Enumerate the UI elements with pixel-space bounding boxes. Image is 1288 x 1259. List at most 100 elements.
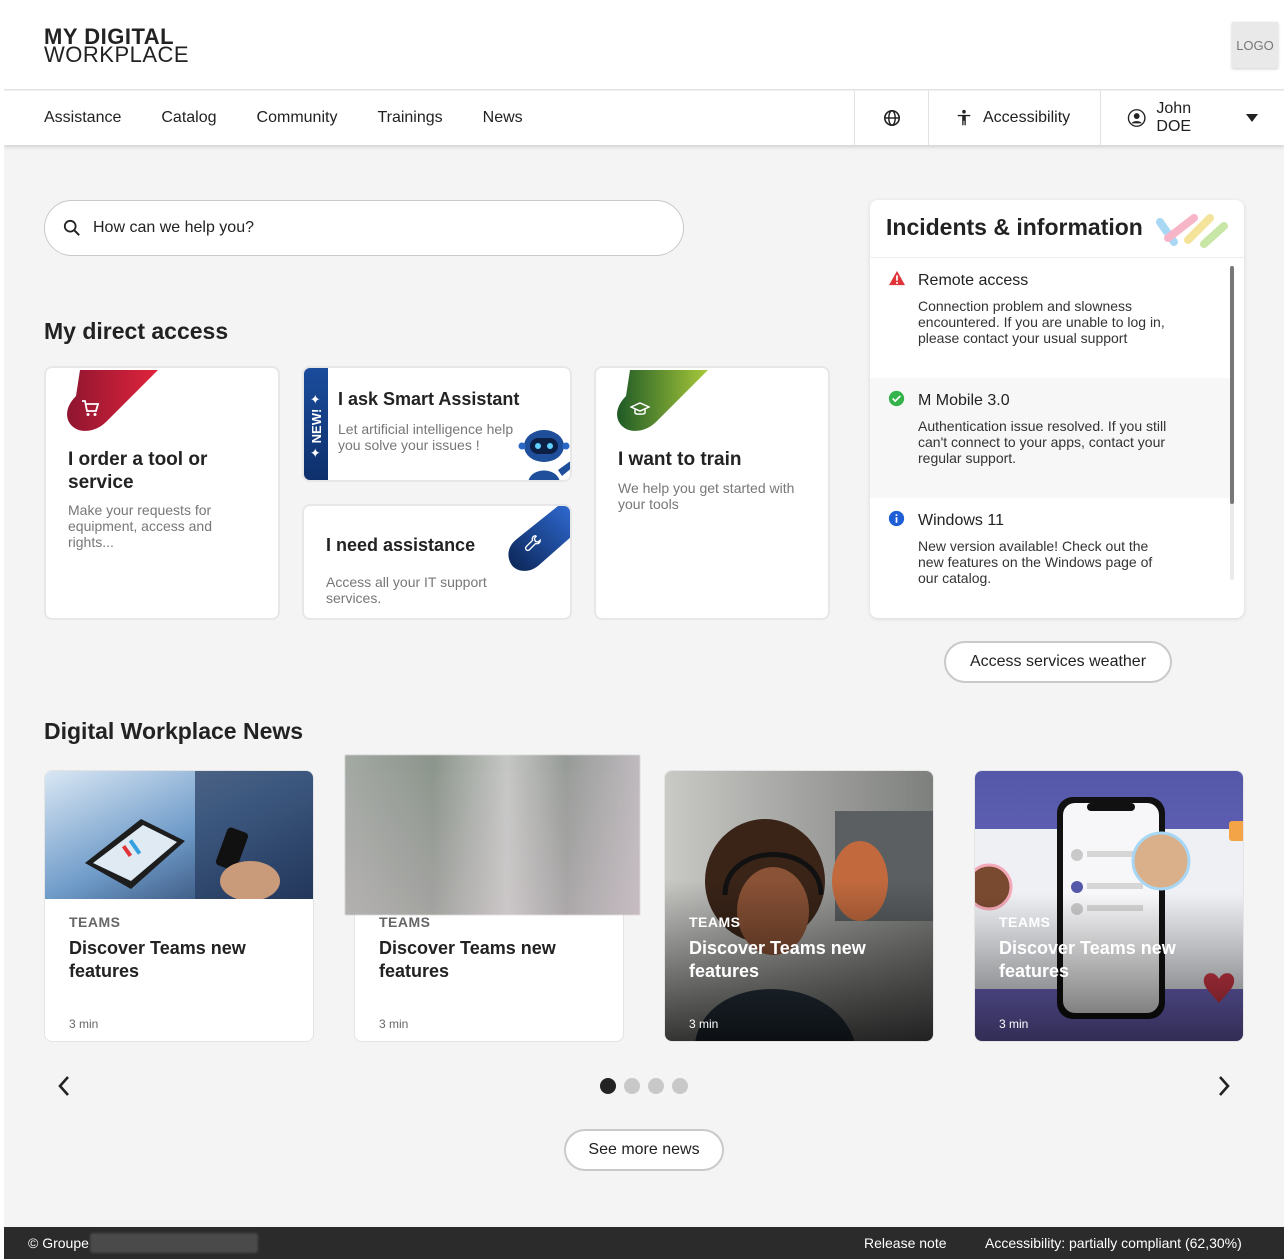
top-bar: MY DIGITAL WORKPLACE LOGO	[4, 0, 1284, 90]
wrench-icon	[524, 535, 541, 552]
incident-title: M Mobile 3.0	[918, 392, 1010, 409]
smart-assistant-card[interactable]: ✦ NEW! ✦ I ask Smart Assistant Let artif…	[302, 366, 572, 482]
card-title: I need assistance	[326, 535, 476, 555]
check-circle-icon	[888, 390, 905, 407]
news-category: TEAMS	[69, 914, 121, 930]
news-category: TEAMS	[999, 914, 1051, 930]
news-card-title: Discover Teams new features	[379, 938, 556, 981]
incident-item[interactable]: M Mobile 3.0 Authentication issue resolv…	[870, 378, 1230, 498]
carousel-pagination	[600, 1078, 688, 1094]
card-title: I ask Smart Assistant	[338, 389, 520, 409]
news-duration: 3 min	[689, 1017, 719, 1031]
news-duration: 3 min	[379, 1017, 409, 1031]
news-image-tablet	[45, 771, 313, 899]
company-logo: LOGO	[1232, 22, 1278, 68]
incident-title: Windows 11	[918, 512, 1004, 529]
user-name: John DOE	[1156, 100, 1192, 135]
incident-desc: Authentication issue resolved. If you st…	[918, 418, 1167, 466]
search-icon	[63, 219, 80, 236]
language-button[interactable]	[854, 91, 928, 145]
nav-item-community[interactable]: Community	[257, 109, 338, 127]
news-duration: 3 min	[999, 1017, 1029, 1031]
incident-item[interactable]: Remote access Connection problem and slo…	[870, 258, 1230, 378]
news-card[interactable]: TEAMS Discover Teams new features 3 min	[974, 770, 1244, 1042]
news-duration: 3 min	[69, 1017, 99, 1031]
carousel-prev-icon[interactable]	[56, 1074, 72, 1098]
incident-desc: Connection problem and slowness encounte…	[918, 298, 1165, 346]
need-assistance-card[interactable]: I need assistance Access all your IT sup…	[302, 504, 572, 620]
decorative-strokes-icon	[1156, 214, 1228, 248]
news-card[interactable]: TEAMS Discover Teams new features 3 min	[664, 770, 934, 1042]
order-tool-card[interactable]: I order a tool or service Make your requ…	[44, 366, 280, 620]
incidents-title: Incidents & information	[886, 214, 1143, 240]
accessibility-icon	[957, 109, 971, 126]
incident-item[interactable]: Windows 11 New version available! Check …	[870, 498, 1230, 618]
footer: © Groupe Release note Accessibility: par…	[4, 1227, 1284, 1259]
card-title: I want to train	[618, 449, 742, 470]
release-note-link[interactable]: Release note	[864, 1235, 947, 1251]
news-card[interactable]: TEAMS Discover Teams new features 3 min	[44, 770, 314, 1042]
brand-logo[interactable]: MY DIGITAL WORKPLACE	[44, 26, 190, 67]
services-weather-button[interactable]: Access services weather	[944, 641, 1172, 683]
app-frame: MY DIGITAL WORKPLACE LOGO Assistance Cat…	[4, 0, 1284, 1259]
incident-title: Remote access	[918, 272, 1029, 289]
news-category: TEAMS	[379, 914, 431, 930]
nav-item-assistance[interactable]: Assistance	[44, 109, 121, 127]
brand-line-2: WORKPLACE	[44, 42, 190, 67]
accessibility-compliance-link[interactable]: Accessibility: partially compliant (62,3…	[985, 1235, 1242, 1251]
card-desc: Make your requests for equipment, access…	[68, 502, 212, 550]
chevron-down-icon	[1246, 114, 1258, 122]
ribbon-red	[67, 370, 158, 431]
incident-desc: New version available! Check out the new…	[918, 538, 1153, 586]
news-image-headset-woman	[665, 771, 933, 1041]
nav-item-news[interactable]: News	[483, 109, 523, 127]
user-avatar-icon	[1127, 109, 1146, 127]
nav-item-catalog[interactable]: Catalog	[161, 109, 216, 127]
footer-copyright: © Groupe	[28, 1235, 89, 1251]
footer-redacted	[90, 1233, 258, 1253]
accessibility-label: Accessibility	[983, 109, 1071, 126]
see-more-news-button[interactable]: See more news	[564, 1129, 724, 1171]
nav-right: Accessibility John DOE	[854, 91, 1284, 145]
carousel-dot-2[interactable]	[624, 1078, 640, 1094]
nav-item-trainings[interactable]: Trainings	[377, 109, 442, 127]
graduation-cap-icon	[630, 402, 650, 415]
search-bar[interactable]	[44, 200, 684, 256]
card-title: I order a tool or service	[68, 449, 208, 493]
incidents-header: Incidents & information	[870, 200, 1244, 258]
carousel-dot-1[interactable]	[600, 1078, 616, 1094]
want-to-train-card[interactable]: I want to train We help you get started …	[594, 366, 830, 620]
search-input[interactable]	[93, 219, 613, 237]
news-card-title: Discover Teams new features	[689, 938, 866, 981]
sparkle-icon: ✦	[308, 447, 323, 459]
card-desc: Let artificial intelligence help you sol…	[338, 421, 514, 453]
card-desc: Access all your IT support services.	[326, 574, 487, 606]
sparkle-icon: ✦	[308, 393, 323, 405]
warning-icon	[889, 270, 905, 286]
card-desc: We help you get started with your tools	[618, 480, 795, 512]
incidents-scrollbar[interactable]	[1230, 266, 1234, 580]
news-category: TEAMS	[689, 914, 741, 930]
news-image-blurred	[345, 755, 640, 915]
accessibility-button[interactable]: Accessibility	[928, 91, 1100, 145]
info-icon	[888, 510, 905, 527]
news-card-title: Discover Teams new features	[69, 938, 246, 981]
incidents-panel: Incidents & information Remote access Co…	[870, 200, 1244, 618]
news-title: Digital Workplace News	[44, 718, 304, 744]
carousel-dot-3[interactable]	[648, 1078, 664, 1094]
cart-icon	[82, 400, 100, 416]
ribbon-green	[617, 370, 708, 431]
globe-icon	[883, 109, 900, 127]
robot-icon	[518, 430, 570, 480]
new-badge: NEW!	[308, 408, 324, 444]
new-badge-strip: ✦ NEW! ✦	[304, 368, 328, 480]
user-menu[interactable]: John DOE	[1100, 91, 1284, 145]
carousel-dot-4[interactable]	[672, 1078, 688, 1094]
nav-links: Assistance Catalog Community Trainings N…	[44, 91, 523, 145]
scrollbar-thumb[interactable]	[1230, 266, 1234, 504]
news-card-title: Discover Teams new features	[999, 938, 1176, 981]
direct-access-title: My direct access	[44, 318, 229, 344]
carousel-next-icon[interactable]	[1216, 1074, 1232, 1098]
main-nav: Assistance Catalog Community Trainings N…	[4, 91, 1284, 145]
news-image-teams-phone	[975, 771, 1243, 1041]
